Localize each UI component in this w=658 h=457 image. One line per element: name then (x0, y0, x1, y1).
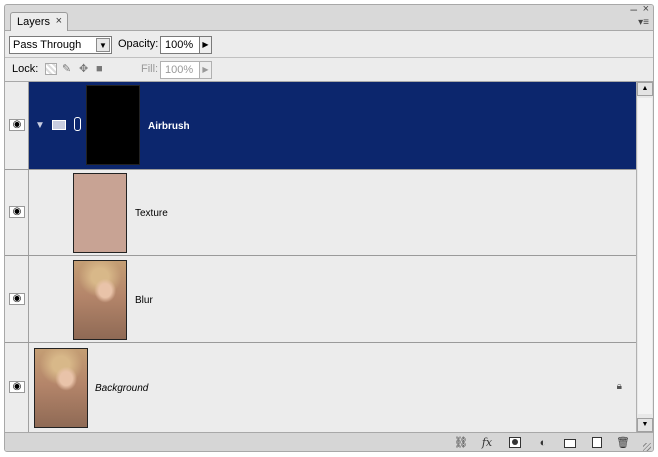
layer-row-blur[interactable]: ◉ Blur (5, 256, 636, 343)
layer-thumbnail[interactable] (34, 348, 88, 428)
group-indent (30, 256, 70, 342)
group-indent (30, 170, 70, 255)
opacity-field[interactable]: 100% (160, 36, 200, 54)
tab-close-icon[interactable]: × (56, 15, 62, 27)
panel-tab-bar: Layers × – × ▾≡ (5, 5, 653, 32)
visibility-column: ◉ (5, 256, 29, 342)
eye-icon[interactable]: ◉ (9, 119, 25, 131)
layer-row-airbrush[interactable]: ◉ ▼ Airbrush (5, 82, 636, 170)
vertical-scrollbar[interactable]: ▲ ▼ (636, 82, 653, 432)
chain-link-icon[interactable] (74, 117, 81, 131)
opacity-label: Opacity: (118, 38, 159, 50)
fill-field[interactable]: 100% (160, 61, 200, 79)
visibility-column: ◉ (5, 170, 29, 255)
visibility-column: ◉ (5, 343, 29, 432)
scroll-up-icon[interactable]: ▲ (637, 82, 653, 96)
layer-row-texture[interactable]: ◉ Texture (5, 170, 636, 256)
fill-slider-arrow-icon[interactable]: ▶ (199, 61, 212, 79)
layer-name: Airbrush (148, 121, 190, 132)
lock-options-row: Lock: ✎ ✥ ■ Fill: 100% ▶ (5, 58, 653, 82)
triangle-down-icon[interactable]: ▼ (35, 120, 45, 131)
tab-label: Layers (17, 16, 51, 28)
scroll-thumb[interactable] (638, 98, 652, 414)
layer-name: Blur (135, 295, 153, 306)
blend-mode-value: Pass Through (13, 39, 82, 51)
lock-label: Lock: (12, 63, 39, 75)
link-icon[interactable]: ⛓︎ (453, 436, 469, 450)
layers-list: ◉ ▼ Airbrush ◉ Texture ◉ Blur ◉ Backgrou… (5, 82, 636, 432)
lock-transparent-pixels-icon[interactable] (45, 63, 57, 75)
layer-mask-icon[interactable] (507, 436, 523, 450)
lock-position-icon[interactable]: ✥ (79, 63, 91, 75)
eye-icon[interactable]: ◉ (9, 293, 25, 305)
lock-image-pixels-icon[interactable]: ✎ (62, 63, 74, 75)
scroll-down-icon[interactable]: ▼ (637, 418, 653, 432)
adjustment-layer-icon[interactable]: ◐ (535, 436, 551, 450)
chevron-down-icon[interactable]: ▼ (96, 38, 110, 52)
layers-footer-toolbar: ⛓︎ fx ◐ 🗑︎ (5, 432, 653, 451)
panel-menu-icon[interactable]: ▾≡ (638, 17, 649, 28)
tab-layers[interactable]: Layers × (10, 12, 68, 32)
lock-all-icon[interactable]: ■ (96, 63, 108, 75)
layer-thumbnail[interactable] (73, 260, 127, 340)
trash-icon[interactable]: 🗑︎ (615, 436, 631, 450)
layers-panel: Layers × – × ▾≡ Pass Through ▼ Opacity: … (4, 4, 654, 452)
layer-row-background[interactable]: ◉ Background 🔒︎ (5, 343, 636, 432)
close-icon[interactable]: × (643, 5, 649, 15)
layer-name: Texture (135, 208, 168, 219)
resize-grip-icon[interactable] (643, 443, 651, 451)
blend-options-row: Pass Through ▼ Opacity: 100% ▶ (5, 31, 653, 58)
folder-icon (52, 120, 66, 130)
eye-icon[interactable]: ◉ (9, 381, 25, 393)
fx-icon[interactable]: fx (479, 436, 495, 450)
blend-mode-select[interactable]: Pass Through ▼ (9, 36, 112, 54)
new-layer-icon[interactable] (589, 436, 605, 450)
opacity-slider-arrow-icon[interactable]: ▶ (199, 36, 212, 54)
new-group-icon[interactable] (562, 436, 578, 450)
visibility-column: ◉ (5, 82, 29, 169)
minimize-icon[interactable]: – (630, 5, 637, 16)
layer-mask-thumbnail[interactable] (86, 85, 140, 165)
lock-icon: 🔒︎ (616, 381, 622, 392)
layer-name: Background (95, 383, 149, 394)
eye-icon[interactable]: ◉ (9, 206, 25, 218)
fill-label: Fill: (141, 63, 159, 75)
layer-thumbnail[interactable] (73, 173, 127, 253)
